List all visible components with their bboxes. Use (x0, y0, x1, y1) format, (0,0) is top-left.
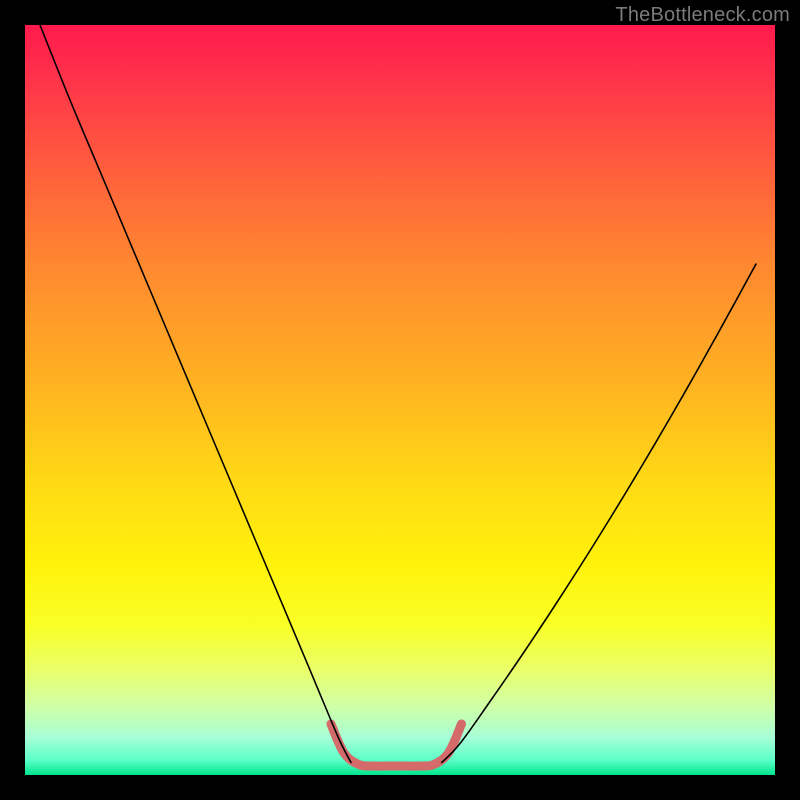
watermark-text: TheBottleneck.com (615, 4, 790, 27)
plot-area (25, 25, 775, 775)
left-branch-path (40, 25, 351, 763)
chart-frame: TheBottleneck.com (0, 0, 800, 800)
right-branch-path (441, 264, 756, 764)
curves-layer (25, 25, 775, 775)
bottleneck-highlight-path (331, 724, 462, 766)
